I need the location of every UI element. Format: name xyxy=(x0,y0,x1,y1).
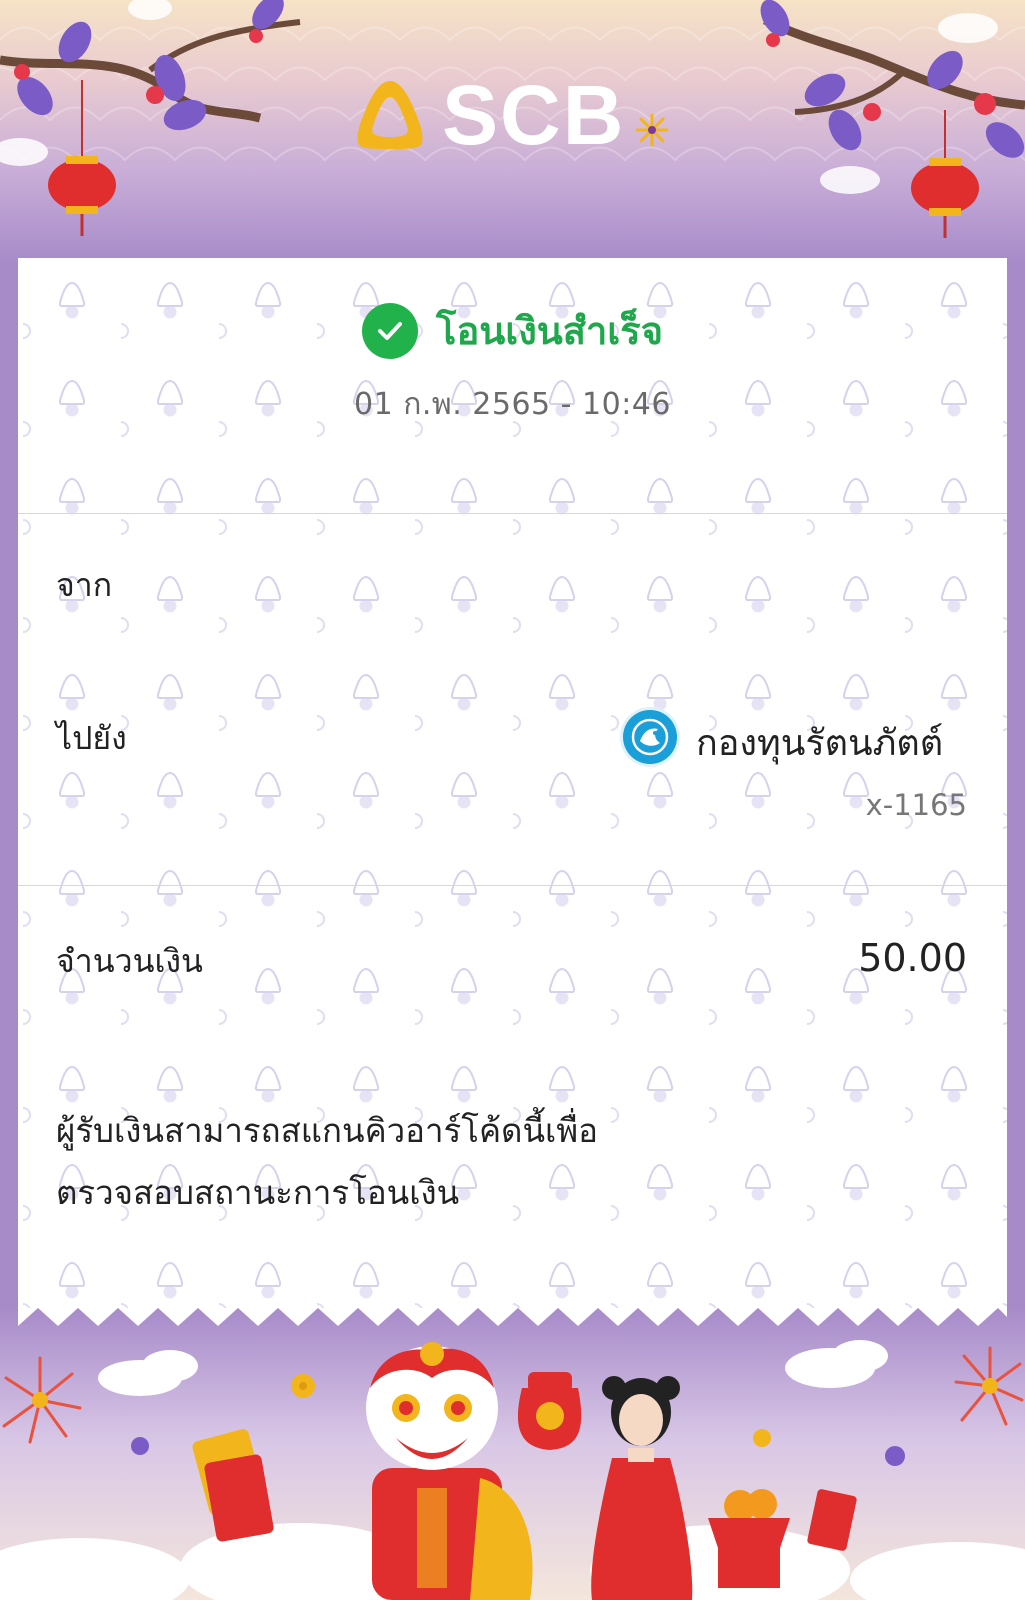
to-label: ไปยัง xyxy=(56,719,127,757)
card-frame-right xyxy=(1007,262,1025,1342)
scb-bell-logo-icon xyxy=(357,81,423,149)
amount-label: จำนวนเงิน xyxy=(56,942,203,980)
transfer-status: โอนเงินสำเร็จ xyxy=(18,300,1007,361)
note-line-2: ตรวจสอบสถานะการโอนเงิน xyxy=(56,1173,460,1212)
divider xyxy=(18,513,1007,514)
recipient-account-number: x-1165 xyxy=(865,788,967,822)
krungthai-bank-icon xyxy=(623,710,677,764)
plum-branch-right-decoration xyxy=(760,0,1025,238)
divider xyxy=(18,885,1007,886)
receipt-card: โอนเงินสำเร็จ 01 ก.พ. 2565 - 10:46 จาก ไ… xyxy=(18,258,1007,1348)
transaction-datetime: 01 ก.พ. 2565 - 10:46 xyxy=(354,387,671,422)
check-circle-icon xyxy=(362,302,419,359)
note-line-1: ผู้รับเงินสามารถสแกนคิวอาร์โค้ดนี้เพื่อ xyxy=(56,1111,598,1150)
plum-branch-left-decoration xyxy=(0,0,301,236)
chinese-new-year-illustration xyxy=(0,1308,1025,1600)
festive-footer-illustration xyxy=(0,1308,1025,1600)
card-frame-left xyxy=(0,262,18,1342)
qr-verification-note: ผู้รับเงินสามารถสแกนคิวอาร์โค้ดนี้เพื่อ … xyxy=(56,1100,956,1224)
sparkle-icon xyxy=(635,113,669,147)
scb-logo-text: SCB xyxy=(442,68,626,162)
status-text: โอนเงินสำเร็จ xyxy=(436,309,663,353)
receipt-header: SCB xyxy=(0,0,1025,262)
amount-value: 50.00 xyxy=(858,936,967,980)
scb-logo: SCB xyxy=(350,70,669,160)
recipient-name: กองทุนรัตนภัตต์ xyxy=(696,723,944,764)
from-label: จาก xyxy=(56,566,113,604)
